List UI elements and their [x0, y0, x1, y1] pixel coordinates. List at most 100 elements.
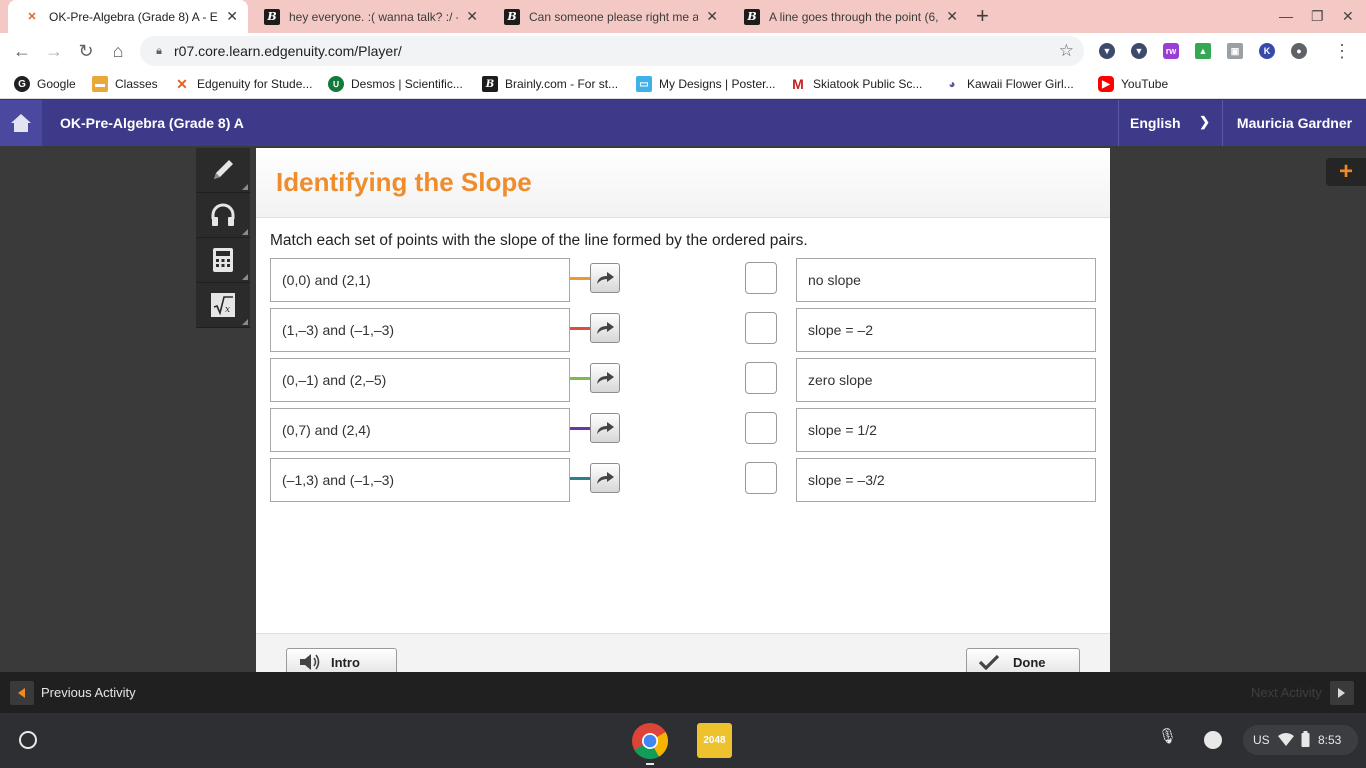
- match-source-item[interactable]: (0,–1) and (2,–5): [270, 358, 570, 402]
- clock-time: 8:53: [1318, 733, 1342, 747]
- edgenuity-icon: ✕: [176, 75, 188, 92]
- drag-connector-button[interactable]: [590, 363, 620, 393]
- bookmark-kawaii[interactable]: ◕ Kawaii Flower Girl...: [944, 76, 1073, 92]
- pencil-icon: [214, 160, 233, 179]
- browser-tab-edgenuity[interactable]: ✕ OK-Pre-Algebra (Grade 8) A - Edg ✕: [8, 0, 248, 33]
- connector-line: [570, 427, 590, 430]
- match-target-item: no slope: [796, 258, 1096, 302]
- calculator-tool[interactable]: [196, 238, 250, 283]
- app-2048-icon[interactable]: 2048: [697, 723, 732, 758]
- close-icon[interactable]: ✕: [226, 8, 238, 25]
- minimize-icon[interactable]: —: [1279, 8, 1293, 24]
- bookmark-edgenuity[interactable]: ✕ Edgenuity for Stude...: [174, 76, 312, 92]
- close-icon[interactable]: ✕: [946, 8, 958, 25]
- extension-icon[interactable]: ▣: [1227, 43, 1243, 59]
- window-close-icon[interactable]: ✕: [1342, 8, 1354, 25]
- match-source-item[interactable]: (0,0) and (2,1): [270, 258, 570, 302]
- language-select[interactable]: English ❯: [1118, 100, 1220, 146]
- reload-icon[interactable]: ↻: [74, 39, 98, 63]
- match-target-checkbox[interactable]: [745, 462, 777, 494]
- match-source-item[interactable]: (–1,3) and (–1,–3): [270, 458, 570, 502]
- back-icon[interactable]: ←: [10, 39, 34, 63]
- launcher-icon[interactable]: [19, 731, 37, 749]
- formula-tool[interactable]: x: [196, 283, 250, 328]
- curved-arrow-icon: [597, 322, 614, 334]
- match-target-checkbox[interactable]: [745, 362, 777, 394]
- bookmark-google[interactable]: G Google: [14, 76, 76, 92]
- chrome-icon[interactable]: [631, 722, 669, 760]
- bookmark-classes[interactable]: ▬ Classes: [92, 76, 158, 92]
- corner-indicator: [242, 229, 248, 235]
- bookmark-label: Edgenuity for Stude...: [197, 77, 313, 91]
- user-name[interactable]: Mauricia Gardner: [1222, 100, 1366, 146]
- match-source-item[interactable]: (0,7) and (2,4): [270, 408, 570, 452]
- rw-extension-icon[interactable]: rw: [1163, 43, 1179, 59]
- drag-connector-button[interactable]: [590, 263, 620, 293]
- forward-icon[interactable]: →: [42, 39, 66, 63]
- tab-title: hey everyone. :( wanna talk? :/ - I: [289, 9, 459, 24]
- bookmark-desmos[interactable]: ∪ Desmos | Scientific...: [328, 76, 463, 92]
- next-activity-label: Next Activity: [1251, 685, 1322, 700]
- tool-sidebar: x: [196, 148, 250, 328]
- restore-icon[interactable]: ❐: [1311, 8, 1324, 25]
- browser-tab-brainly-1[interactable]: B hey everyone. :( wanna talk? :/ - I ✕: [248, 0, 488, 33]
- shield-extension-icon[interactable]: ▼: [1131, 43, 1147, 59]
- tab-title: OK-Pre-Algebra (Grade 8) A - Edg: [49, 9, 219, 24]
- audio-tool[interactable]: [196, 193, 250, 238]
- home-icon[interactable]: ⌂: [106, 39, 130, 63]
- microphone-icon[interactable]: 🎙︎: [1158, 727, 1177, 745]
- bookmark-skiatook[interactable]: M Skiatook Public Sc...: [790, 76, 922, 92]
- activity-title: Identifying the Slope: [276, 167, 532, 197]
- k-extension-icon[interactable]: K: [1259, 43, 1275, 59]
- match-target-checkbox[interactable]: [745, 312, 777, 344]
- match-target-checkbox[interactable]: [745, 262, 777, 294]
- new-tab-button[interactable]: +: [976, 4, 989, 28]
- edgenuity-icon: ✕: [27, 11, 37, 23]
- next-activity-button[interactable]: [1330, 681, 1354, 705]
- calculator-icon: [213, 248, 233, 272]
- curved-arrow-icon: [597, 272, 614, 284]
- caret-right-icon: [1338, 688, 1345, 698]
- bookmark-label: Desmos | Scientific...: [351, 77, 463, 91]
- bookmark-brainly[interactable]: B Brainly.com - For st...: [482, 76, 618, 92]
- previous-activity-label[interactable]: Previous Activity: [41, 685, 136, 700]
- bookmark-label: Classes: [115, 77, 158, 91]
- extension-icon[interactable]: ●: [1291, 43, 1307, 59]
- highlighter-tool[interactable]: [196, 148, 250, 193]
- corner-indicator: [242, 184, 248, 190]
- intro-label: Intro: [331, 654, 360, 670]
- curved-arrow-icon: [597, 372, 614, 384]
- kawaii-icon: ◕: [948, 77, 956, 91]
- match-source-item[interactable]: (1,–3) and (–1,–3): [270, 308, 570, 352]
- browser-tab-brainly-2[interactable]: B Can someone please right me a ✕: [488, 0, 728, 33]
- bookmark-star-icon[interactable]: ☆: [1059, 41, 1074, 61]
- drag-connector-button[interactable]: [590, 313, 620, 343]
- address-bar[interactable]: 🔒︎ r07.core.learn.edgenuity.com/Player/ …: [140, 36, 1084, 66]
- brainly-icon: B: [744, 8, 760, 25]
- accessibility-icon[interactable]: [1204, 731, 1222, 749]
- os-shelf: 2048 🎙︎ US 8:53: [0, 713, 1366, 768]
- expand-plus-button[interactable]: +: [1326, 158, 1366, 186]
- browser-toolbar: ← → ↻ ⌂ 🔒︎ r07.core.learn.edgenuity.com/…: [0, 33, 1366, 69]
- shield-extension-icon[interactable]: ▼: [1099, 43, 1115, 59]
- battery-icon: [1301, 731, 1310, 747]
- previous-activity-button[interactable]: [10, 681, 34, 705]
- match-target-checkbox[interactable]: [745, 412, 777, 444]
- curved-arrow-icon: [597, 422, 614, 434]
- home-button[interactable]: [0, 100, 42, 146]
- bookmark-postermywall[interactable]: ▭ My Designs | Poster...: [636, 76, 776, 92]
- google-icon: G: [14, 76, 30, 92]
- browser-tab-brainly-3[interactable]: B A line goes through the point (6, ✕: [728, 0, 968, 33]
- close-icon[interactable]: ✕: [706, 8, 718, 25]
- drag-connector-button[interactable]: [590, 463, 620, 493]
- menu-icon[interactable]: ⋮: [1330, 39, 1354, 63]
- drag-connector-button[interactable]: [590, 413, 620, 443]
- corner-indicator: [242, 274, 248, 280]
- bookmark-youtube[interactable]: ▶ YouTube: [1098, 76, 1168, 92]
- desmos-icon: ∪: [328, 76, 344, 92]
- match-target-item: slope = 1/2: [796, 408, 1096, 452]
- bookmark-label: YouTube: [1121, 77, 1169, 91]
- bookmark-label: Google: [37, 77, 76, 91]
- drive-extension-icon[interactable]: ▲: [1195, 43, 1211, 59]
- close-icon[interactable]: ✕: [466, 8, 478, 25]
